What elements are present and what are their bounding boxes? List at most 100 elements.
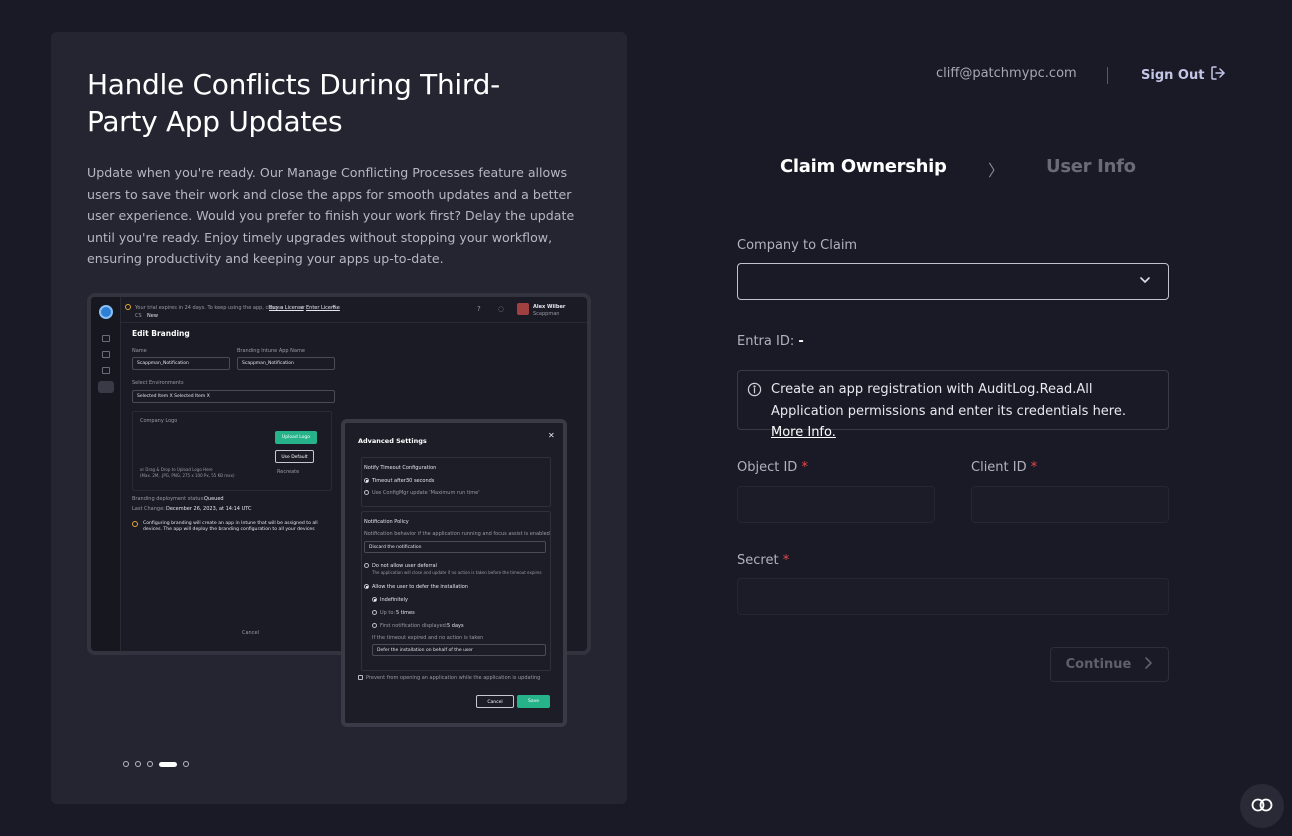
settings-icon <box>98 381 114 393</box>
mock-status-label: Branding deployment status: <box>132 496 205 502</box>
mock-up-to: Up to: <box>380 610 396 616</box>
close-icon: ✕ <box>332 304 337 310</box>
mock-modal-save: Save <box>517 695 550 708</box>
user-email: cliff@patchmypc.com <box>936 66 1077 81</box>
chat-launcher-button[interactable] <box>1240 784 1284 828</box>
mock-breadcrumb: CS <box>135 313 142 319</box>
client-id-input[interactable] <box>971 486 1169 523</box>
mock-name-field: Scappman_Notification <box>132 357 230 370</box>
mock-timeout-value: 30 seconds <box>406 478 435 484</box>
mock-policy-title: Notification Policy <box>364 519 409 525</box>
mock-cancel: Cancel <box>242 630 259 636</box>
mock-radio-allow-defer <box>364 584 369 589</box>
trial-banner: Your trial expires in 24 days. To keep u… <box>135 305 284 311</box>
promo-description: Update when you're ready. Our Manage Con… <box>87 165 575 266</box>
mock-sidebar <box>91 297 121 651</box>
entra-id-label: Entra ID: <box>737 334 795 349</box>
carousel-dot-2[interactable] <box>135 761 141 767</box>
mock-warning-text: Configuring branding will create an app … <box>143 521 318 532</box>
secret-input[interactable] <box>737 578 1169 615</box>
entra-id-value: - <box>798 334 804 349</box>
mock-up-to-value: 5 times <box>396 610 415 616</box>
mock-user-name: Alex Wilber <box>533 304 566 310</box>
mock-name-label: Name <box>132 348 147 354</box>
help-icon: ? <box>477 305 481 313</box>
carousel-dot-5[interactable] <box>183 761 189 767</box>
chat-icon <box>1251 797 1273 816</box>
mock-timeout-title: Notify Timeout Configuration <box>364 465 437 471</box>
app-logo-icon <box>99 305 113 319</box>
step-chevron-icon: 〉 <box>988 161 1005 180</box>
mock-radio-no-defer <box>364 563 369 568</box>
secret-label: Secret * <box>737 553 790 568</box>
header-divider <box>1107 67 1108 84</box>
carousel-dot-3[interactable] <box>147 761 153 767</box>
mock-env-select: Selected Item X Selected Item X <box>132 390 335 403</box>
mock-env-label: Select Environments <box>132 380 184 386</box>
mock-default-button: Use Default <box>275 450 314 463</box>
mock-timeout-expired: If the timeout expired and no action is … <box>372 635 484 641</box>
mock-status-value: Queued <box>204 496 224 502</box>
carousel-dots <box>123 761 189 767</box>
mock-intune-label: Branding Intune App Name <box>237 348 305 354</box>
mock-topbar: Your trial expires in 24 days. To keep u… <box>121 297 587 323</box>
continue-label: Continue <box>1065 657 1132 672</box>
mock-breadcrumb-item: New <box>147 313 158 319</box>
mock-modal-close-icon: ✕ <box>548 431 555 440</box>
entra-id: Entra ID: - <box>737 334 804 349</box>
mock-advanced-settings-modal: Advanced Settings ✕ Notify Timeout Confi… <box>341 419 567 727</box>
mock-modal-title: Advanced Settings <box>358 437 427 445</box>
mock-policy-desc: Notification behavior if the application… <box>364 531 550 537</box>
step-claim-ownership: Claim Ownership <box>780 156 947 177</box>
mock-logo-label: Company Logo <box>140 418 178 424</box>
mock-modal-cancel: Cancel <box>476 695 514 708</box>
mock-radio-up-to <box>372 610 377 615</box>
object-id-label: Object ID * <box>737 460 808 475</box>
history-icon <box>102 367 110 374</box>
mock-defer-select: Defer the installation on behalf of the … <box>372 644 546 656</box>
chevron-down-icon <box>1138 272 1152 291</box>
sign-out-button[interactable]: Sign Out <box>1141 65 1226 85</box>
grid-icon <box>102 335 110 342</box>
mock-warning-icon <box>132 521 138 527</box>
mock-user-org: Scappman <box>533 311 560 317</box>
chevron-right-icon <box>1143 656 1153 674</box>
step-user-info: User Info <box>1046 156 1136 177</box>
mock-radio-indefinitely <box>372 597 377 602</box>
more-info-link[interactable]: More Info. <box>771 425 836 440</box>
continue-button[interactable]: Continue <box>1050 647 1169 682</box>
mock-radio-config <box>364 490 369 495</box>
bell-icon: ◌ <box>498 305 505 313</box>
mock-intune-field: Scappman_Notification <box>237 357 335 370</box>
company-label: Company to Claim <box>737 238 858 253</box>
mock-prevent: Prevent from opening an application whil… <box>366 675 541 681</box>
carousel-dot-1[interactable] <box>123 761 129 767</box>
mock-use-config: Use ConfigMgr update 'Maximum run time' <box>372 490 480 496</box>
mock-radio-first-notif <box>372 623 377 628</box>
object-id-input[interactable] <box>737 486 935 523</box>
mock-no-defer: Do not allow user deferral <box>372 563 437 569</box>
sign-out-icon <box>1210 65 1226 85</box>
mock-last-change-label: Last Change: <box>132 506 165 512</box>
mock-policy-select: Discard the notification <box>364 541 546 553</box>
trial-banner-or: or <box>300 305 306 311</box>
mock-first-notif-value: 5 days <box>447 623 464 629</box>
sign-out-label: Sign Out <box>1141 67 1205 83</box>
mock-timeout-after: Timeout after: <box>372 478 408 484</box>
info-box: Create an app registration with AuditLog… <box>737 370 1169 440</box>
info-icon <box>747 382 762 401</box>
company-select[interactable] <box>737 263 1169 300</box>
mock-first-notif: First notification displayed: <box>380 623 448 629</box>
avatar <box>517 303 529 315</box>
mock-recreate: Recreate <box>277 469 300 475</box>
promo-title: Handle Conflicts During Third-Party App … <box>87 68 500 138</box>
carousel-dot-4[interactable] <box>159 761 177 767</box>
mock-upload-button: Upload Logo <box>275 431 317 444</box>
info-text: Create an app registration with AuditLog… <box>771 382 1126 419</box>
mock-radio-timeout <box>364 478 369 483</box>
mock-no-defer-desc: The application will close and update if… <box>372 570 542 575</box>
warning-icon <box>125 304 131 310</box>
mock-page-title: Edit Branding <box>132 329 190 338</box>
buy-license-link: Buy a License <box>269 305 304 311</box>
mock-checkbox-prevent <box>358 675 363 680</box>
